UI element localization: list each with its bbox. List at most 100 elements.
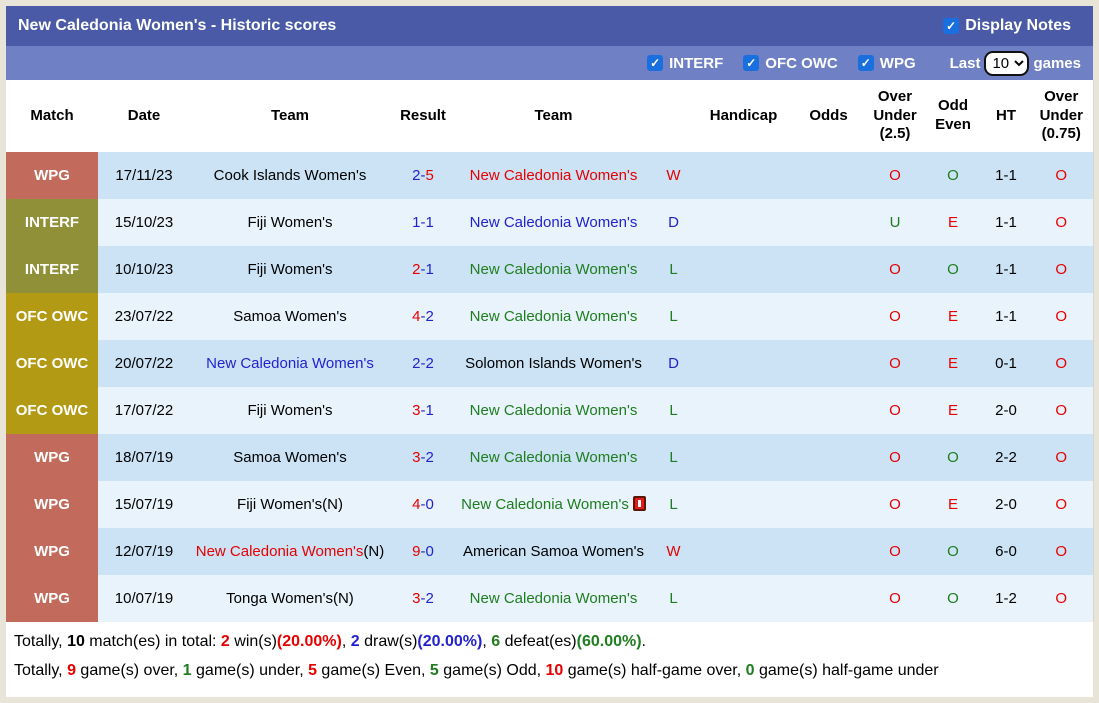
over-under-075-value: O	[1055, 307, 1068, 325]
result-score: 3-2	[390, 575, 456, 622]
filter-ofc-owc[interactable]: OFC OWC	[743, 55, 838, 72]
filter-interf-label: INTERF	[669, 54, 724, 72]
outcome-letter: L	[651, 434, 696, 481]
away-team: New Caledonia Women's	[456, 199, 651, 246]
col-team-away: Team	[456, 80, 651, 152]
outcome-value: L	[669, 495, 678, 513]
home-team-name: Samoa Women's	[233, 307, 347, 325]
home-score: 4	[412, 495, 421, 513]
checkbox-checked-icon[interactable]	[743, 55, 760, 71]
away-team: New Caledonia Women's	[456, 481, 651, 528]
result-score: 2-5	[390, 152, 456, 199]
result-score: 2-2	[390, 340, 456, 387]
summary-segment: 0	[745, 662, 755, 679]
away-team-name: New Caledonia Women's	[469, 166, 638, 184]
col-result: Result	[390, 80, 456, 152]
over-under-075-cell: O	[1030, 199, 1093, 246]
odd-even-cell: O	[924, 528, 982, 575]
odds-cell	[791, 528, 866, 575]
odds-cell	[791, 481, 866, 528]
col-date: Date	[98, 80, 190, 152]
handicap-cell	[696, 387, 791, 434]
odd-even-cell: E	[924, 293, 982, 340]
summary-segment: (60.00%)	[576, 633, 642, 650]
table-row: OFC OWC 20/07/22 New Caledonia Women's 2-2 S…	[6, 340, 1093, 387]
home-score: 1	[412, 213, 421, 231]
home-team-name: Fiji Women's	[247, 213, 333, 231]
odd-even-cell: O	[924, 152, 982, 199]
odd-even-cell: E	[924, 199, 982, 246]
outcome-value: L	[669, 401, 678, 419]
over-under-25-value: O	[889, 401, 901, 419]
over-under-075-cell: O	[1030, 481, 1093, 528]
last-games-select[interactable]: 10	[984, 50, 1030, 76]
away-team-name: New Caledonia Women's	[469, 401, 638, 419]
odds-cell	[791, 199, 866, 246]
odd-even-value: E	[947, 354, 958, 372]
over-under-25-value: O	[889, 542, 901, 560]
match-date: 15/10/23	[114, 213, 174, 231]
summary-segment: (20.00%)	[417, 633, 483, 650]
home-team-suffix: (N)	[363, 542, 385, 560]
away-team: New Caledonia Women's	[456, 387, 651, 434]
over-under-25-cell: U	[866, 199, 924, 246]
result-score: 9-0	[390, 528, 456, 575]
col-outcome	[651, 80, 696, 152]
league-badge: WPG	[6, 481, 98, 528]
summary-segment: 10	[545, 662, 564, 679]
table-header: Match Date Team Result Team Handicap Odd…	[6, 80, 1093, 152]
odd-even-cell: E	[924, 481, 982, 528]
over-under-25-value: O	[889, 354, 901, 372]
half-time-score: 2-0	[995, 401, 1017, 419]
table-row: WPG 18/07/19 Samoa Women's 3-2 New Caledonia…	[6, 434, 1093, 481]
odd-even-cell: E	[924, 340, 982, 387]
away-team: New Caledonia Women's	[456, 152, 651, 199]
display-notes-toggle[interactable]: Display Notes	[943, 17, 1071, 35]
handicap-cell	[696, 481, 791, 528]
away-team-name: Solomon Islands Women's	[465, 354, 642, 372]
away-score: 2	[425, 589, 434, 607]
outcome-value: D	[668, 213, 679, 231]
summary-segment: 10	[67, 633, 85, 650]
league-badge: INTERF	[6, 246, 98, 293]
half-time-score: 1-1	[995, 213, 1017, 231]
summary-segment: .	[641, 633, 646, 650]
filter-wpg[interactable]: WPG	[857, 55, 916, 72]
summary-segment: game(s) over,	[75, 662, 183, 679]
odd-even-value: O	[947, 166, 959, 184]
summary-line-2: Totally, 9 game(s) over, 1 game(s) under…	[14, 656, 1085, 685]
result-score: 3-1	[390, 387, 456, 434]
odd-even-cell: O	[924, 434, 982, 481]
home-team: Samoa Women's	[190, 434, 390, 481]
over-under-075-value: O	[1055, 589, 1068, 607]
over-under-25-cell: O	[866, 293, 924, 340]
over-under-25-value: O	[889, 589, 901, 607]
outcome-value: L	[669, 260, 678, 278]
outcome-letter: L	[651, 293, 696, 340]
checkbox-checked-icon[interactable]	[647, 55, 664, 71]
outcome-letter: L	[651, 575, 696, 622]
summary-segment: game(s) under,	[191, 662, 309, 679]
checkbox-checked-icon[interactable]	[943, 18, 960, 34]
table-row: INTERF 10/10/23 Fiji Women's 2-1 New Caledon…	[6, 246, 1093, 293]
summary-segment: (20.00%)	[276, 633, 342, 650]
over-under-075-cell: O	[1030, 528, 1093, 575]
odds-cell	[791, 434, 866, 481]
table-row: OFC OWC 23/07/22 Samoa Women's 4-2 New Caled…	[6, 293, 1093, 340]
home-team: Samoa Women's	[190, 293, 390, 340]
away-score: 1	[425, 401, 434, 419]
home-team-name: Fiji Women's	[247, 401, 333, 419]
filter-interf[interactable]: INTERF	[647, 55, 723, 72]
col-odd-even: Odd Even	[924, 80, 982, 152]
outcome-letter: L	[651, 481, 696, 528]
over-under-075-value: O	[1055, 166, 1068, 184]
handicap-cell	[696, 434, 791, 481]
checkbox-checked-icon[interactable]	[857, 55, 874, 71]
league-badge: INTERF	[6, 199, 98, 246]
home-team: New Caledonia Women's(N)	[190, 528, 390, 575]
home-team-name: Fiji Women's(N)	[237, 495, 343, 513]
half-time-score: 2-0	[995, 495, 1017, 513]
match-date: 10/07/19	[114, 589, 174, 607]
away-score: 2	[425, 307, 434, 325]
over-under-25-value: O	[889, 166, 901, 184]
